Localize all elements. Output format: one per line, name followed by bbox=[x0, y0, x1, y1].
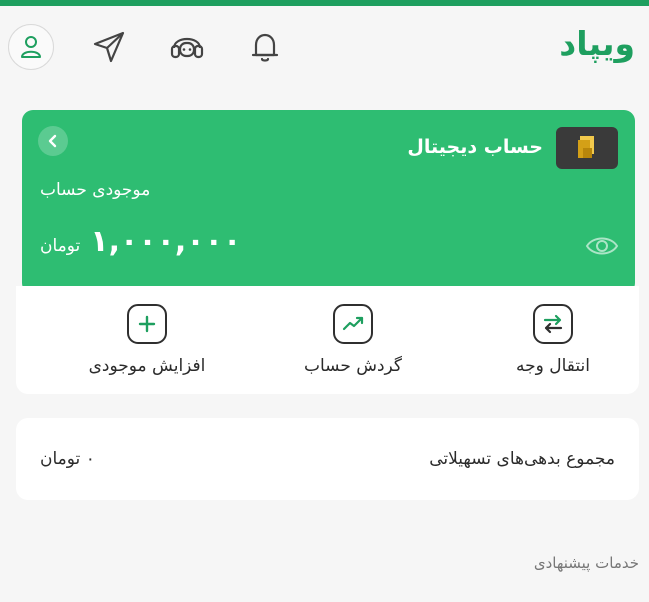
debt-label: مجموع بدهی‌های تسهیلاتی bbox=[429, 449, 615, 469]
suggested-services-title: خدمات پیشنهادی bbox=[533, 554, 639, 572]
balance-label: موجودی حساب bbox=[40, 180, 151, 200]
profile-button[interactable] bbox=[8, 24, 54, 70]
transfer-action[interactable]: انتقال وجه bbox=[453, 304, 649, 376]
add-balance-label: افزایش موجودی bbox=[88, 356, 206, 376]
bank-logo-icon bbox=[578, 136, 594, 158]
notifications-button[interactable] bbox=[242, 24, 288, 70]
balance-row: تومان ۱,۰۰۰,۰۰۰ bbox=[40, 224, 241, 259]
send-icon bbox=[93, 31, 125, 63]
balance-unit: تومان bbox=[40, 236, 81, 256]
support-button[interactable] bbox=[164, 24, 210, 70]
quick-actions-panel: انتقال وجه گردش حساب افزایش موجودی bbox=[16, 286, 639, 394]
chevron-left-icon bbox=[48, 134, 57, 148]
user-icon bbox=[21, 36, 41, 58]
toggle-balance-visibility[interactable] bbox=[583, 231, 621, 261]
transfer-icon-box bbox=[533, 304, 573, 344]
card-details-button[interactable] bbox=[38, 126, 68, 156]
bank-logo bbox=[556, 127, 618, 169]
eye-icon bbox=[585, 237, 619, 255]
top-header: ویپاد bbox=[0, 6, 649, 88]
trend-chart-icon bbox=[342, 316, 364, 331]
bell-icon bbox=[251, 33, 279, 62]
balance-amount: ۱,۰۰۰,۰۰۰ bbox=[90, 224, 242, 259]
app-logo: ویپاد bbox=[559, 24, 636, 63]
facility-debt-panel[interactable]: مجموع بدهی‌های تسهیلاتی ۰ تومان bbox=[16, 418, 639, 500]
account-card[interactable]: حساب دیجیتال موجودی حساب تومان ۱,۰۰۰,۰۰۰ bbox=[22, 110, 635, 294]
card-title: حساب دیجیتال bbox=[407, 136, 543, 158]
account-history-action[interactable]: گردش حساب bbox=[253, 304, 453, 376]
plus-icon bbox=[138, 315, 156, 333]
transfer-arrows-icon bbox=[543, 314, 563, 334]
history-label: گردش حساب bbox=[303, 356, 403, 376]
add-balance-action[interactable]: افزایش موجودی bbox=[47, 304, 247, 376]
debt-value: ۰ تومان bbox=[40, 449, 95, 469]
transfer-label: انتقال وجه bbox=[516, 356, 590, 376]
add-icon-box bbox=[127, 304, 167, 344]
send-button[interactable] bbox=[86, 24, 132, 70]
support-icon bbox=[170, 37, 204, 59]
history-icon-box bbox=[333, 304, 373, 344]
